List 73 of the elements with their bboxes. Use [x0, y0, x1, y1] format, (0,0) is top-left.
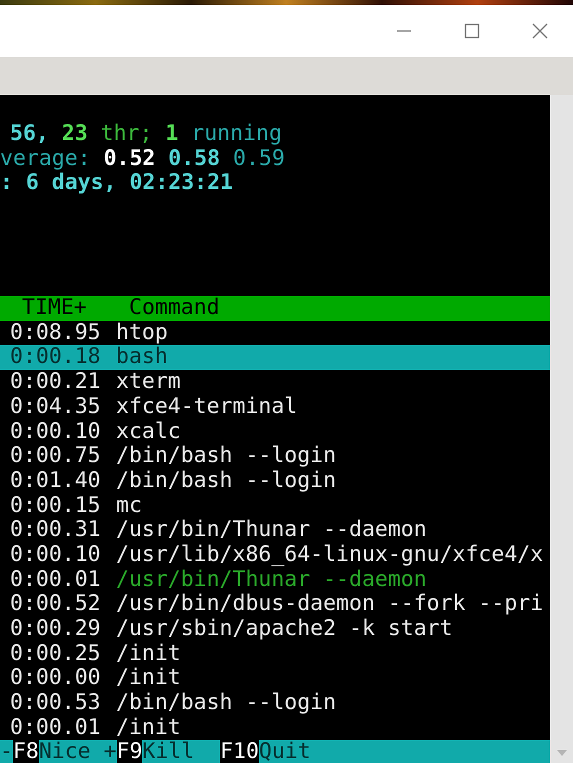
header-text: 23	[62, 121, 88, 146]
process-row[interactable]: 0:00.75 /bin/bash --login	[0, 444, 550, 469]
time-cell-text: 0:00.01	[9, 568, 102, 592]
command-cell-text: htop	[115, 320, 168, 346]
process-row[interactable]: 0:08.95 htop	[0, 320, 550, 346]
header-text: running	[191, 121, 282, 146]
process-row[interactable]: 0:00.01 /usr/bin/Thunar --daemon	[0, 568, 550, 592]
command-cell-text: xcalc	[115, 420, 181, 444]
process-row[interactable]: 0:00.53 /bin/bash --login	[0, 691, 550, 716]
column-title: Command	[128, 296, 220, 321]
process-row[interactable]: 0:00.18 bash	[0, 345, 550, 370]
command-cell-text: /init	[115, 666, 181, 692]
process-row[interactable]: 0:00.15 mc	[0, 494, 550, 518]
key-label: Quit	[258, 740, 311, 763]
command-cell-text: /usr/sbin/apache2 -k start	[115, 617, 453, 642]
scrollbar[interactable]	[550, 95, 573, 763]
process-row[interactable]: 0:00.25 /init	[0, 642, 550, 666]
time-cell-text: 0:00.31	[9, 518, 102, 543]
command-cell-text: xfce4-terminal	[115, 394, 298, 420]
process-row[interactable]: 0:01.40 /bin/bash --login	[0, 468, 550, 494]
command-cell-text: bash	[115, 345, 168, 370]
time-cell-text: 0:00.10	[9, 542, 102, 568]
process-row[interactable]: 0:00.00 /init	[0, 666, 550, 692]
process-row[interactable]: 0:00.31 /usr/bin/Thunar --daemon	[0, 518, 550, 543]
time-cell-text: 0:00.29	[9, 617, 102, 642]
time-cell-text: 0:00.01	[9, 716, 102, 740]
process-row[interactable]: 0:00.10 xcalc	[0, 420, 550, 444]
time-cell-text: 0:00.00	[9, 666, 102, 692]
command-cell-text: /usr/bin/Thunar --daemon	[115, 518, 427, 543]
function-key[interactable]: F9	[116, 740, 142, 763]
command-cell-text: /usr/lib/x86_64-linux-gnu/xfce4/x	[115, 542, 544, 568]
function-key[interactable]: F10	[220, 740, 259, 763]
key-label: Nice +	[38, 740, 117, 763]
time-cell-text: 0:01.40	[9, 468, 102, 494]
time-cell-text: 0:04.35	[9, 394, 102, 420]
time-cell-text: 0:08.95	[9, 320, 102, 346]
command-cell-text: mc	[115, 494, 142, 518]
key-label: Kill	[142, 740, 196, 763]
time-cell-text: 0:00.25	[9, 642, 102, 666]
process-row[interactable]: 0:00.21 xterm	[0, 370, 550, 395]
time-cell-text: 0:00.10	[9, 420, 102, 444]
key-label: -	[0, 740, 13, 763]
header-text: 0.52	[104, 146, 156, 171]
process-row[interactable]: 0:00.52 /usr/bin/dbus-daemon --fork --pri	[0, 592, 550, 617]
process-row[interactable]: 0:04.35 xfce4-terminal	[0, 394, 550, 420]
time-cell-text: 0:00.52	[9, 592, 102, 617]
header-text: thr;	[100, 121, 152, 146]
time-cell-text: 0:00.15	[9, 494, 102, 518]
time-cell-text: 0:00.21	[9, 370, 102, 395]
time-cell-text: 0:00.53	[9, 691, 102, 716]
time-cell-text: 0:00.75	[9, 444, 102, 469]
process-row[interactable]: 0:00.29 /usr/sbin/apache2 -k start	[0, 617, 550, 642]
header-text: verage:	[0, 146, 91, 171]
command-cell-text: xterm	[115, 370, 181, 395]
process-row[interactable]: 0:00.01 /init	[0, 716, 550, 740]
function-key[interactable]: F8	[12, 740, 39, 763]
header-text: 1	[165, 121, 178, 146]
close-icon[interactable]	[531, 22, 549, 40]
command-cell-text: /init	[115, 716, 181, 740]
header-text: 56,	[10, 121, 49, 146]
header-text: 0.58	[168, 146, 220, 171]
command-cell-text: /usr/bin/Thunar --daemon	[115, 568, 427, 592]
command-cell-text: /init	[115, 642, 181, 666]
column-title: TIME+	[21, 296, 88, 321]
time-cell-text: 0:00.18	[9, 345, 102, 370]
command-cell-text: /bin/bash --login	[115, 468, 336, 494]
command-cell-text: /bin/bash --login	[115, 691, 336, 716]
command-cell-text: /bin/bash --login	[115, 444, 336, 469]
command-cell-text: /usr/bin/dbus-daemon --fork --pri	[115, 592, 544, 617]
header-text: : 6 days, 02:23:21	[0, 170, 233, 196]
process-row[interactable]: 0:00.10 /usr/lib/x86_64-linux-gnu/xfce4/x	[0, 542, 550, 568]
maximize-icon[interactable]	[463, 22, 481, 40]
header-text: 0.59	[233, 146, 285, 171]
